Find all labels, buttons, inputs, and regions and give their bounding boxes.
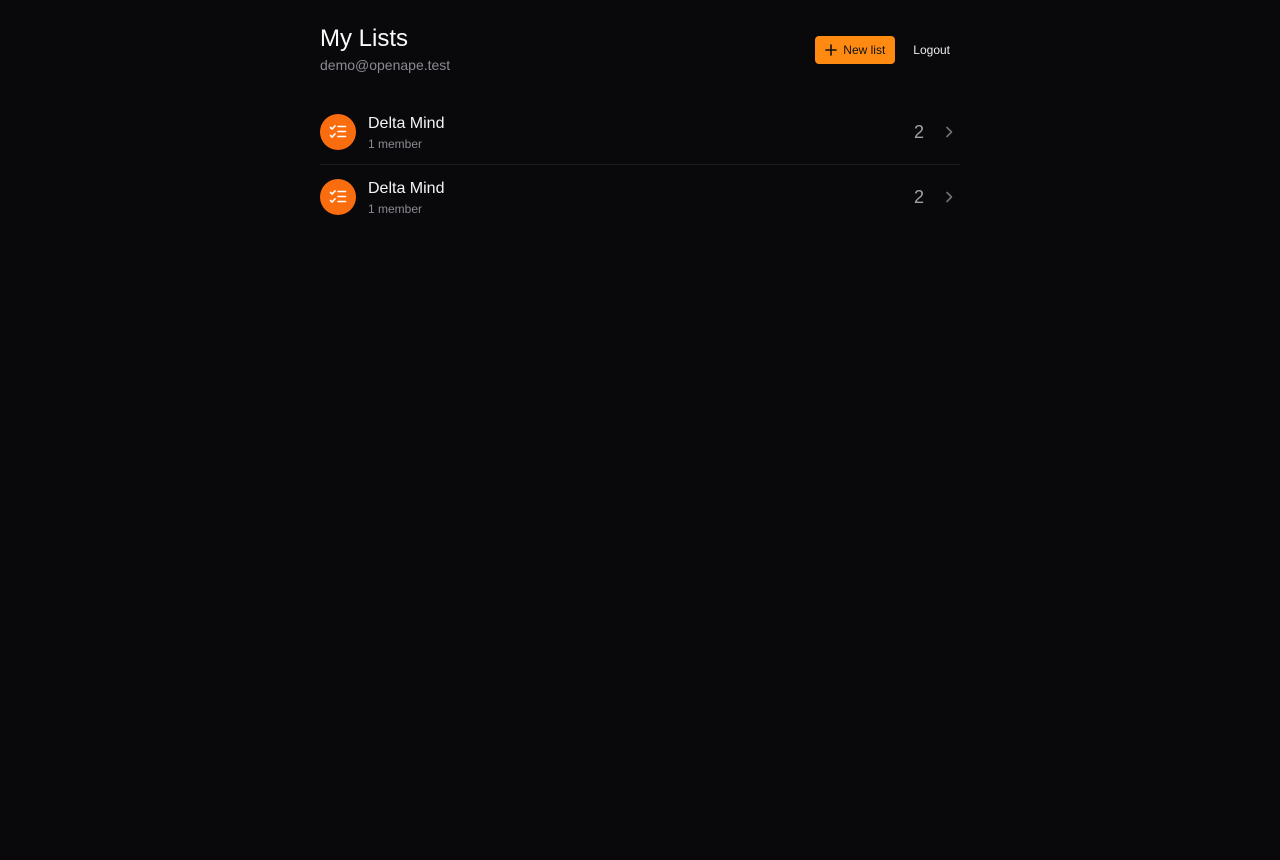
checklist-icon bbox=[320, 179, 356, 215]
chevron-right-icon bbox=[942, 125, 956, 139]
page-header: My Lists demo@openape.test New list Logo… bbox=[320, 0, 960, 100]
chevron-right-icon bbox=[942, 190, 956, 204]
main-container: My Lists demo@openape.test New list Logo… bbox=[320, 0, 960, 216]
new-list-button[interactable]: New list bbox=[815, 36, 896, 64]
list-name: Delta Mind bbox=[368, 180, 445, 197]
user-email: demo@openape.test bbox=[320, 57, 451, 73]
list-name: Delta Mind bbox=[368, 115, 445, 132]
list-item-count: 2 bbox=[913, 122, 924, 142]
list-item-count: 2 bbox=[913, 187, 924, 207]
header-actions: New list Logout bbox=[815, 36, 960, 64]
logout-button[interactable]: Logout bbox=[903, 36, 960, 64]
checklist-icon bbox=[320, 114, 356, 150]
page-title: My Lists bbox=[320, 25, 409, 52]
plus-icon bbox=[825, 44, 838, 56]
lists: Delta Mind 1 member 2 Delta Mind 1 membe… bbox=[320, 100, 960, 229]
list-item[interactable]: Delta Mind 1 member 2 bbox=[320, 165, 960, 229]
list-member-count: 1 member bbox=[368, 202, 423, 216]
list-member-count: 1 member bbox=[368, 137, 423, 151]
new-list-label: New list bbox=[843, 43, 886, 57]
list-item[interactable]: Delta Mind 1 member 2 bbox=[320, 100, 960, 165]
